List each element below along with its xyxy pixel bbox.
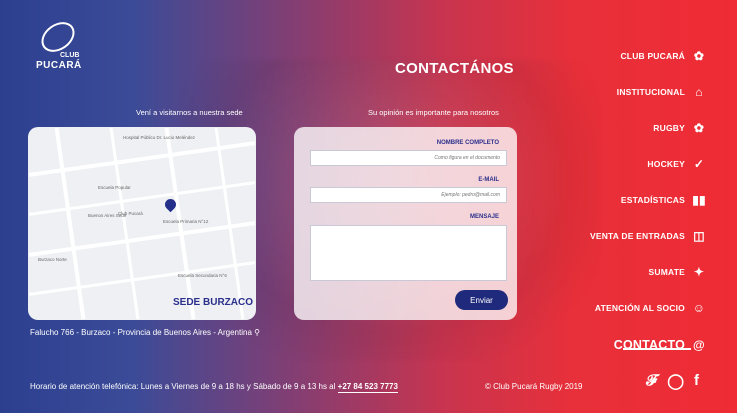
contact-form: NOMBRE COMPLETO E-MAIL MENSAJE Enviar bbox=[294, 127, 517, 320]
nav-item-label: HOCKEY bbox=[647, 159, 685, 169]
email-label: E-MAIL bbox=[478, 177, 499, 183]
nav-item-atencion-socio[interactable]: ATENCIÓN AL SOCIO ☺ bbox=[590, 290, 707, 326]
main-nav: CLUB PUCARÁ ✿ INSTITUCIONAL ⌂ RUGBY ✿ HO… bbox=[590, 38, 707, 364]
map-label: Club Pucará bbox=[118, 211, 143, 216]
club-logo[interactable]: CLUB PUCARÁ bbox=[32, 16, 82, 74]
logo-name-text: PUCARÁ bbox=[36, 60, 82, 71]
stats-icon: ▮▮ bbox=[692, 193, 706, 207]
phone-link[interactable]: +27 84 523 7773 bbox=[337, 382, 398, 393]
hours-text: Horario de atención telefónica: Lunes a … bbox=[30, 382, 336, 391]
nav-item-venta-entradas[interactable]: VENTA DE ENTRADAS ◫ bbox=[590, 218, 707, 254]
nav-item-estadisticas[interactable]: ESTADÍSTICAS ▮▮ bbox=[590, 182, 707, 218]
nav-item-rugby[interactable]: RUGBY ✿ bbox=[590, 110, 707, 146]
facebook-icon[interactable]: f bbox=[694, 372, 699, 390]
map-label: Burzaco Norte bbox=[38, 257, 67, 262]
rugby-ball-icon: ✿ bbox=[693, 121, 705, 135]
star-icon: ✦ bbox=[693, 265, 705, 279]
map-label: Escuela Primaria N°12 bbox=[163, 219, 209, 224]
nav-item-contacto[interactable]: CONTACTO @ bbox=[590, 326, 707, 364]
twitter-icon[interactable]: 𝓕 bbox=[646, 372, 657, 390]
name-field[interactable] bbox=[310, 150, 507, 166]
nav-item-club-pucara[interactable]: CLUB PUCARÁ ✿ bbox=[590, 38, 707, 74]
logo-club-text: CLUB bbox=[60, 52, 80, 59]
nav-item-hockey[interactable]: HOCKEY ✓ bbox=[590, 146, 707, 182]
map-street bbox=[109, 127, 140, 320]
map-street bbox=[28, 221, 256, 257]
send-button[interactable]: Enviar bbox=[455, 290, 508, 310]
nav-item-label: RUGBY bbox=[653, 123, 685, 133]
phone-hours: Horario de atención telefónica: Lunes a … bbox=[30, 382, 398, 393]
nav-item-sumate[interactable]: SUMATE ✦ bbox=[590, 254, 707, 290]
social-links: 𝓕 ◯ f bbox=[646, 372, 699, 390]
nav-item-institucional[interactable]: INSTITUCIONAL ⌂ bbox=[590, 74, 707, 110]
nav-item-label: ATENCIÓN AL SOCIO bbox=[594, 303, 685, 313]
sede-label: SEDE BURZACO bbox=[173, 297, 254, 308]
at-icon: @ bbox=[693, 338, 705, 352]
map-label: Escuela Secundaria N°6 bbox=[178, 273, 227, 278]
location-map[interactable]: Hospital Público Dr. Lucio Meléndez Escu… bbox=[28, 127, 256, 320]
page-title: CONTACTÁNOS bbox=[395, 60, 514, 77]
email-field[interactable] bbox=[310, 187, 507, 203]
support-icon: ☺ bbox=[692, 301, 706, 315]
address-value: Falucho 766 - Burzaco - Provincia de Bue… bbox=[30, 328, 252, 337]
form-subtitle: Su opinión es importante para nosotros bbox=[368, 108, 499, 117]
nav-item-label: INSTITUCIONAL bbox=[616, 87, 685, 97]
hockey-stick-icon: ✓ bbox=[693, 157, 705, 171]
map-subtitle: Vení a visitarnos a nuestra sede bbox=[136, 108, 243, 117]
nav-item-label: ESTADÍSTICAS bbox=[620, 195, 685, 205]
location-pin-icon: ⚲ bbox=[254, 328, 260, 337]
rugby-ball-icon: ✿ bbox=[693, 49, 705, 63]
building-icon: ⌂ bbox=[695, 85, 703, 99]
message-field[interactable] bbox=[310, 225, 507, 281]
map-label: Hospital Público Dr. Lucio Meléndez bbox=[123, 135, 196, 140]
nav-item-label: VENTA DE ENTRADAS bbox=[589, 231, 685, 241]
active-nav-underline bbox=[623, 348, 691, 350]
copyright: © Club Pucará Rugby 2019 bbox=[485, 382, 583, 391]
map-label: Escuela Popular bbox=[98, 185, 131, 190]
nav-item-label: SUMATE bbox=[648, 267, 685, 277]
ticket-icon: ◫ bbox=[693, 229, 705, 243]
nav-item-label: CLUB PUCARÁ bbox=[620, 51, 685, 61]
instagram-icon[interactable]: ◯ bbox=[667, 372, 684, 390]
name-label: NOMBRE COMPLETO bbox=[436, 140, 499, 146]
address-text: Falucho 766 - Burzaco - Provincia de Bue… bbox=[30, 328, 260, 337]
map-street bbox=[28, 261, 256, 296]
message-label: MENSAJE bbox=[469, 214, 499, 220]
